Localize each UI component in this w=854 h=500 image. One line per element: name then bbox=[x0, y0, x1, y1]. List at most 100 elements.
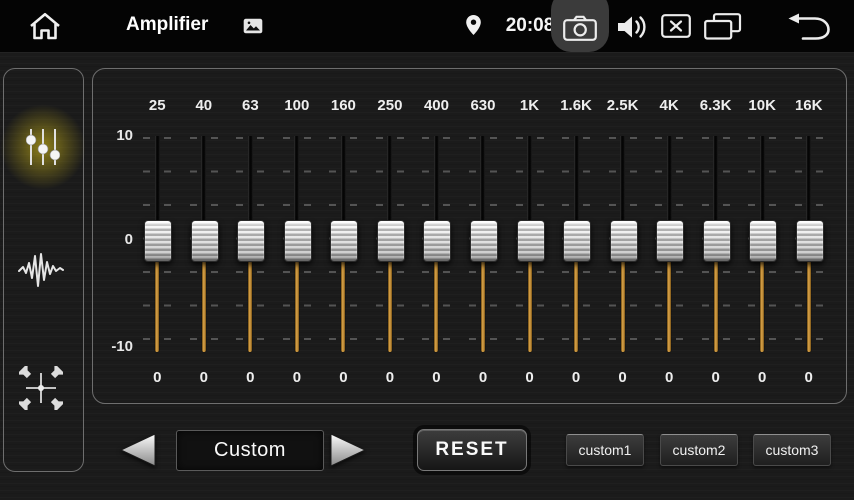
band-value: 0 bbox=[413, 369, 460, 386]
eq-band-4k: 4K 0 bbox=[646, 69, 693, 403]
band-value: 0 bbox=[553, 369, 600, 386]
band-frequency-label: 1.6K bbox=[553, 97, 600, 114]
slider-knob[interactable] bbox=[517, 220, 545, 262]
preset-prev-button[interactable] bbox=[120, 433, 156, 467]
eq-band-160: 1600 bbox=[320, 69, 367, 403]
page-title: Amplifier bbox=[126, 14, 208, 36]
slider-knob[interactable] bbox=[191, 220, 219, 262]
band-frequency-label: 40 bbox=[181, 97, 228, 114]
slider-knob[interactable] bbox=[237, 220, 265, 262]
eq-band-10k: 10K0 bbox=[739, 69, 786, 403]
sidebar-item-equalizer[interactable] bbox=[26, 127, 60, 167]
reset-button[interactable]: RESET bbox=[417, 429, 527, 471]
volume-icon bbox=[616, 13, 650, 41]
fader-balance-icon bbox=[19, 366, 63, 410]
close-window-button[interactable] bbox=[661, 14, 691, 38]
slider-knob[interactable] bbox=[703, 220, 731, 262]
band-value: 0 bbox=[227, 369, 274, 386]
slider-knob[interactable] bbox=[330, 220, 358, 262]
slider-knob[interactable] bbox=[377, 220, 405, 262]
location-indicator bbox=[465, 14, 482, 36]
band-frequency-label: 100 bbox=[274, 97, 321, 114]
custom1-button-label: custom1 bbox=[579, 442, 632, 458]
slider-knob[interactable] bbox=[423, 220, 451, 262]
slider-knob[interactable] bbox=[144, 220, 172, 262]
band-value: 0 bbox=[134, 369, 181, 386]
volume-button[interactable] bbox=[616, 13, 650, 41]
custom3-button-label: custom3 bbox=[766, 442, 819, 458]
slider-knob[interactable] bbox=[656, 220, 684, 262]
scale-label-min: -10 bbox=[95, 338, 133, 355]
custom2-button-label: custom2 bbox=[673, 442, 726, 458]
band-value: 0 bbox=[320, 369, 367, 386]
preset-name: Custom bbox=[214, 439, 286, 462]
band-frequency-label: 4K bbox=[646, 97, 693, 114]
eq-band-16k: 16K0 bbox=[785, 69, 832, 403]
band-value: 0 bbox=[460, 369, 507, 386]
preset-next-button[interactable] bbox=[330, 433, 366, 467]
recent-apps-icon bbox=[704, 13, 742, 40]
scale-label-max: 10 bbox=[95, 127, 133, 144]
camera-icon bbox=[563, 15, 597, 41]
band-value: 0 bbox=[181, 369, 228, 386]
band-value: 0 bbox=[739, 369, 786, 386]
eq-band-250: 250 0 bbox=[367, 69, 414, 403]
band-frequency-label: 630 bbox=[460, 97, 507, 114]
eq-band-1k: 1K 0 bbox=[506, 69, 553, 403]
eq-band-6.3k: 6.3K 0 bbox=[692, 69, 739, 403]
eq-bands: 250 400 630 1000 1600 2500 4000 6300 1K0… bbox=[134, 69, 832, 403]
sound-wave-icon bbox=[18, 251, 64, 289]
close-window-icon bbox=[661, 14, 691, 38]
back-icon bbox=[786, 13, 832, 41]
band-value: 0 bbox=[646, 369, 693, 386]
band-frequency-label: 250 bbox=[367, 97, 414, 114]
band-frequency-label: 63 bbox=[227, 97, 274, 114]
gallery-button[interactable] bbox=[243, 18, 263, 34]
band-frequency-label: 25 bbox=[134, 97, 181, 114]
slider-knob[interactable] bbox=[470, 220, 498, 262]
band-value: 0 bbox=[367, 369, 414, 386]
band-frequency-label: 2.5K bbox=[599, 97, 646, 114]
sidebar bbox=[3, 68, 84, 472]
band-frequency-label: 160 bbox=[320, 97, 367, 114]
band-frequency-label: 1K bbox=[506, 97, 553, 114]
next-arrow-icon bbox=[330, 433, 366, 467]
prev-arrow-icon bbox=[120, 433, 156, 467]
band-frequency-label: 16K bbox=[785, 97, 832, 114]
slider-knob[interactable] bbox=[796, 220, 824, 262]
eq-band-100: 100 0 bbox=[274, 69, 321, 403]
slider-knob[interactable] bbox=[284, 220, 312, 262]
band-frequency-label: 400 bbox=[413, 97, 460, 114]
slider-knob[interactable] bbox=[610, 220, 638, 262]
band-value: 0 bbox=[506, 369, 553, 386]
band-frequency-label: 6.3K bbox=[692, 97, 739, 114]
back-button[interactable] bbox=[786, 13, 832, 41]
camera-button[interactable] bbox=[551, 0, 609, 52]
scale-label-mid: 0 bbox=[95, 231, 133, 248]
equalizer-icon bbox=[26, 127, 60, 167]
slider-knob[interactable] bbox=[749, 220, 777, 262]
custom2-button[interactable]: custom2 bbox=[660, 434, 738, 466]
amplifier-screen: Amplifier 20:08 bbox=[0, 0, 854, 500]
eq-band-400: 400 0 bbox=[413, 69, 460, 403]
reset-button-label: RESET bbox=[435, 439, 508, 461]
slider-knob[interactable] bbox=[563, 220, 591, 262]
band-value: 0 bbox=[692, 369, 739, 386]
location-pin-icon bbox=[465, 14, 482, 36]
sidebar-item-fader-balance[interactable] bbox=[19, 366, 63, 410]
home-icon bbox=[28, 11, 62, 41]
eq-band-630: 630 0 bbox=[460, 69, 507, 403]
sidebar-item-sound-effect[interactable] bbox=[18, 251, 64, 289]
band-value: 0 bbox=[274, 369, 321, 386]
status-bar: Amplifier 20:08 bbox=[0, 0, 854, 53]
preset-display[interactable]: Custom bbox=[176, 430, 324, 471]
home-button[interactable] bbox=[28, 11, 62, 41]
custom1-button[interactable]: custom1 bbox=[566, 434, 644, 466]
eq-band-2.5k: 2.5K0 bbox=[599, 69, 646, 403]
eq-band-1.6k: 1.6K 0 bbox=[553, 69, 600, 403]
custom3-button[interactable]: custom3 bbox=[753, 434, 831, 466]
gallery-icon bbox=[243, 18, 263, 34]
eq-band-40: 40 0 bbox=[181, 69, 228, 403]
recent-apps-button[interactable] bbox=[704, 13, 742, 40]
eq-band-25: 25 0 bbox=[134, 69, 181, 403]
